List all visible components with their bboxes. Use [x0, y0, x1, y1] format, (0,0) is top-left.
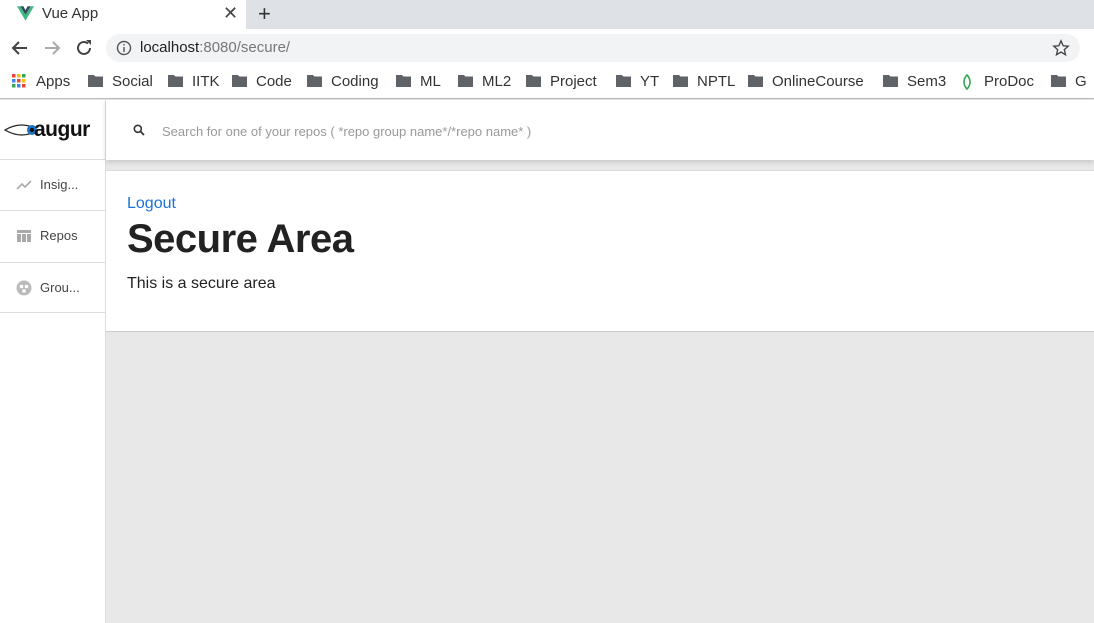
- bookmark-star-icon[interactable]: [1052, 39, 1070, 57]
- bookmark-label: NPTL: [697, 73, 736, 90]
- back-arrow-icon[interactable]: [10, 38, 30, 58]
- bookmark-label: ProDoc: [984, 73, 1035, 90]
- group-icon: [16, 280, 32, 296]
- bookmark-label: ML2: [482, 73, 512, 90]
- folder-icon: [168, 75, 183, 87]
- bookmark-label: YT: [640, 73, 660, 90]
- folder-icon: [458, 75, 473, 87]
- vue-logo-icon: [17, 6, 34, 21]
- page-title: Secure Area: [127, 217, 354, 261]
- apps-grid-icon: [12, 74, 26, 88]
- folder-icon: [396, 75, 411, 87]
- bookmarks-bar: Apps Social IITK Code Coding ML ML2 Project YT NP…: [0, 67, 1094, 99]
- url-text: localhost:8080/secure/: [140, 39, 290, 56]
- folder-icon: [232, 75, 247, 87]
- folder-icon: [748, 75, 763, 87]
- repo-search-input[interactable]: [160, 118, 764, 144]
- bookmark-label: Coding: [331, 73, 379, 90]
- trending-icon: [16, 180, 32, 190]
- sidebar-item-label: Repos: [40, 228, 78, 243]
- folder-icon: [616, 75, 631, 87]
- address-bar[interactable]: localhost:8080/secure/: [106, 34, 1080, 62]
- bookmark-label: ML: [420, 73, 441, 90]
- sidebar-item-label: Insig...: [40, 177, 79, 192]
- url-path: :8080/secure/: [199, 39, 291, 56]
- folder-icon: [1051, 75, 1066, 87]
- sidebar-item-label: Grou...: [40, 280, 80, 295]
- folder-icon: [526, 75, 541, 87]
- bookmark-label: Sem3: [907, 73, 947, 90]
- bookmark-label: Code: [256, 73, 292, 90]
- leaf-icon: [963, 74, 971, 90]
- folder-icon: [307, 75, 322, 87]
- bookmark-label: OnlineCourse: [772, 73, 864, 90]
- reload-icon[interactable]: [74, 38, 94, 58]
- bookmark-label: IITK: [192, 73, 220, 90]
- page-body-text: This is a secure area: [127, 275, 276, 292]
- folder-icon: [673, 75, 688, 87]
- bookmark-label: Apps: [36, 73, 71, 90]
- folder-icon: [88, 75, 103, 87]
- secure-area-card: Logout Secure Area This is a secure area: [106, 170, 1094, 332]
- folder-icon: [883, 75, 898, 87]
- search-icon: [133, 124, 145, 136]
- tab-close-icon[interactable]: ✕: [223, 3, 238, 24]
- browser-tab[interactable]: Vue App ✕: [0, 0, 246, 29]
- sidebar-item-groups[interactable]: Grou...: [0, 262, 105, 313]
- browser-toolbar: localhost:8080/secure/: [0, 29, 1094, 67]
- url-host: localhost: [140, 39, 200, 56]
- sidebar-item-repos[interactable]: Repos: [0, 210, 105, 261]
- forward-arrow-icon[interactable]: [42, 38, 62, 58]
- sidebar-item-insights[interactable]: Insig...: [0, 159, 105, 210]
- table-icon: [17, 230, 31, 242]
- browser-tabstrip: Vue App ✕ +: [0, 0, 1094, 29]
- sidebar: augur Insig... Repos Grou...: [0, 100, 106, 623]
- logo-text: augur: [34, 118, 90, 141]
- bookmark-label: Social: [112, 73, 153, 90]
- info-icon[interactable]: [116, 40, 132, 56]
- tab-title: Vue App: [42, 5, 99, 22]
- new-tab-button[interactable]: +: [258, 0, 271, 28]
- bookmark-label: Project: [550, 73, 597, 90]
- logout-link[interactable]: Logout: [127, 195, 176, 213]
- bookmark-label: G: [1075, 73, 1087, 90]
- app-header: [106, 100, 1094, 160]
- augur-logo[interactable]: augur: [4, 114, 100, 144]
